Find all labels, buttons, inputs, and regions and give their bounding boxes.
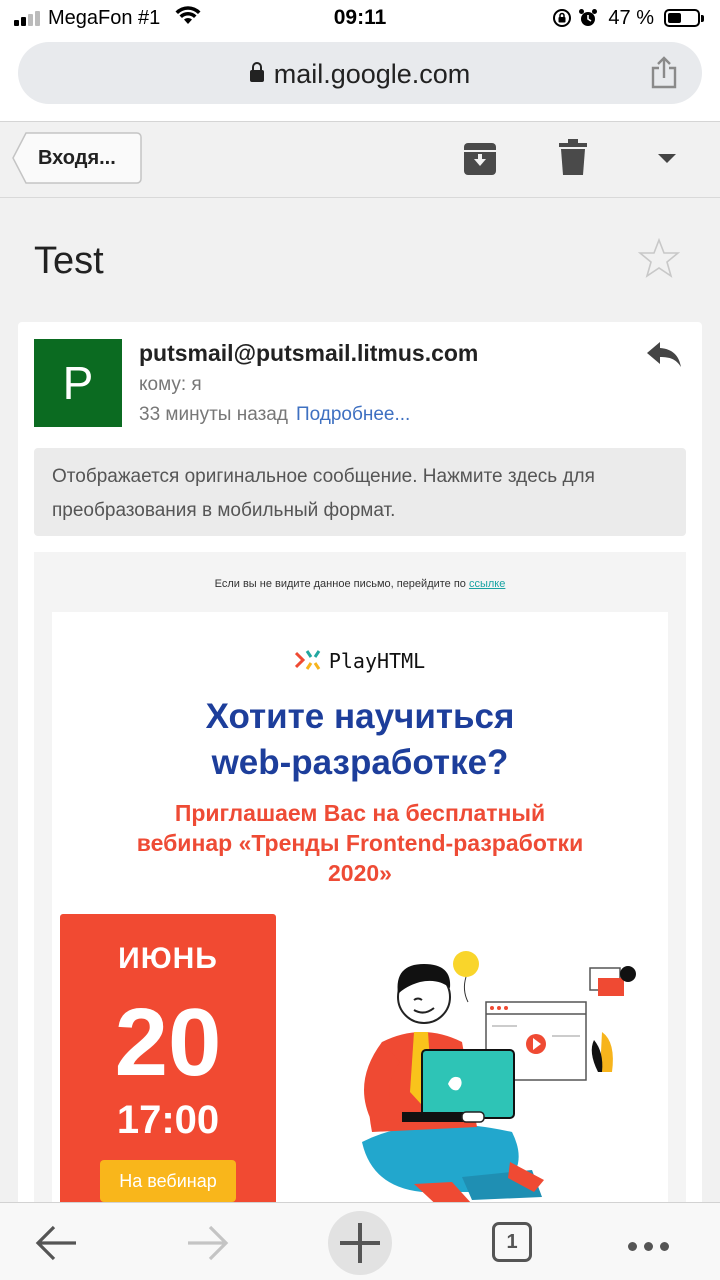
browser-bottom-bar: 1 bbox=[0, 1202, 720, 1280]
preheader-link[interactable]: ссылке bbox=[469, 578, 505, 590]
date-time: 17:00 bbox=[116, 1098, 220, 1142]
battery-percent: 47 % bbox=[608, 6, 654, 29]
message-card: P putsmail@putsmail.litmus.com кому: я 3… bbox=[18, 322, 702, 1222]
reply-icon[interactable] bbox=[646, 340, 682, 368]
browser-url-area: mail.google.com bbox=[0, 36, 720, 122]
subheadline-line-2: вебинар «Тренды Frontend-разработки bbox=[136, 830, 584, 856]
preheader: Если вы не видите данное письмо, перейди… bbox=[34, 578, 686, 590]
recipient-line: кому: я bbox=[139, 374, 202, 395]
received-time: 33 минуты назад bbox=[139, 404, 288, 425]
time-line: 33 минуты назад Подробнее... bbox=[139, 404, 410, 426]
more-dots-icon[interactable] bbox=[628, 1238, 676, 1256]
back-button-label: Входя... bbox=[38, 147, 116, 169]
avatar: P bbox=[34, 339, 122, 427]
back-arrow-icon[interactable] bbox=[34, 1223, 78, 1263]
alarm-icon bbox=[579, 9, 598, 26]
lock-icon bbox=[249, 62, 264, 82]
original-message-notice[interactable]: Отображается оригинальное сообщение. Наж… bbox=[34, 448, 686, 536]
status-bar: MegaFon #1 09:11 47 % bbox=[0, 0, 720, 36]
date-block: ИЮНЬ 20 17:00 На вебинар bbox=[60, 914, 276, 1222]
date-month: ИЮНЬ bbox=[118, 942, 218, 975]
preheader-text: Если вы не видите данное письмо, перейди… bbox=[214, 578, 466, 590]
email-body: Если вы не видите данное письмо, перейди… bbox=[34, 552, 686, 1222]
playhtml-logo-icon bbox=[294, 650, 321, 670]
new-tab-button[interactable] bbox=[328, 1211, 392, 1275]
subheadline-line-1: Приглашаем Вас на бесплатный bbox=[174, 800, 546, 826]
mail-toolbar: Входя... bbox=[0, 122, 720, 198]
logo-text: PlayHTML bbox=[328, 649, 426, 673]
address-bar[interactable]: mail.google.com bbox=[18, 42, 702, 104]
archive-icon[interactable] bbox=[463, 142, 497, 176]
playhtml-logo: PlayHTML bbox=[52, 648, 668, 673]
share-icon[interactable] bbox=[650, 56, 678, 90]
headline: Хотите научиться web-разработке? bbox=[52, 694, 668, 786]
trash-icon[interactable] bbox=[559, 139, 587, 175]
headline-line-2: web-разработке? bbox=[211, 743, 509, 782]
developer-illustration bbox=[362, 951, 636, 1210]
subheadline: Приглашаем Вас на бесплатный вебинар «Тр… bbox=[52, 798, 668, 888]
details-link[interactable]: Подробнее... bbox=[296, 404, 410, 425]
rotation-lock-icon bbox=[553, 9, 572, 27]
headline-line-1: Хотите научиться bbox=[205, 697, 515, 736]
more-caret-icon[interactable] bbox=[658, 154, 676, 163]
tabs-icon[interactable]: 1 bbox=[492, 1222, 532, 1262]
sender-email[interactable]: putsmail@putsmail.litmus.com bbox=[139, 340, 478, 367]
back-to-inbox-button[interactable]: Входя... bbox=[12, 132, 142, 184]
webinar-button[interactable]: На вебинар bbox=[100, 1160, 236, 1202]
new-tab-plus-icon bbox=[340, 1223, 380, 1263]
email-subject: Test bbox=[34, 240, 104, 282]
forward-arrow-icon[interactable] bbox=[186, 1223, 230, 1263]
date-day: 20 bbox=[114, 989, 222, 1096]
subheadline-line-3: 2020» bbox=[328, 860, 392, 886]
url-text: mail.google.com bbox=[273, 59, 471, 89]
email-content-panel: PlayHTML Хотите научиться web-разработке… bbox=[52, 612, 668, 1222]
star-icon[interactable] bbox=[638, 238, 680, 278]
battery-icon bbox=[664, 9, 704, 27]
